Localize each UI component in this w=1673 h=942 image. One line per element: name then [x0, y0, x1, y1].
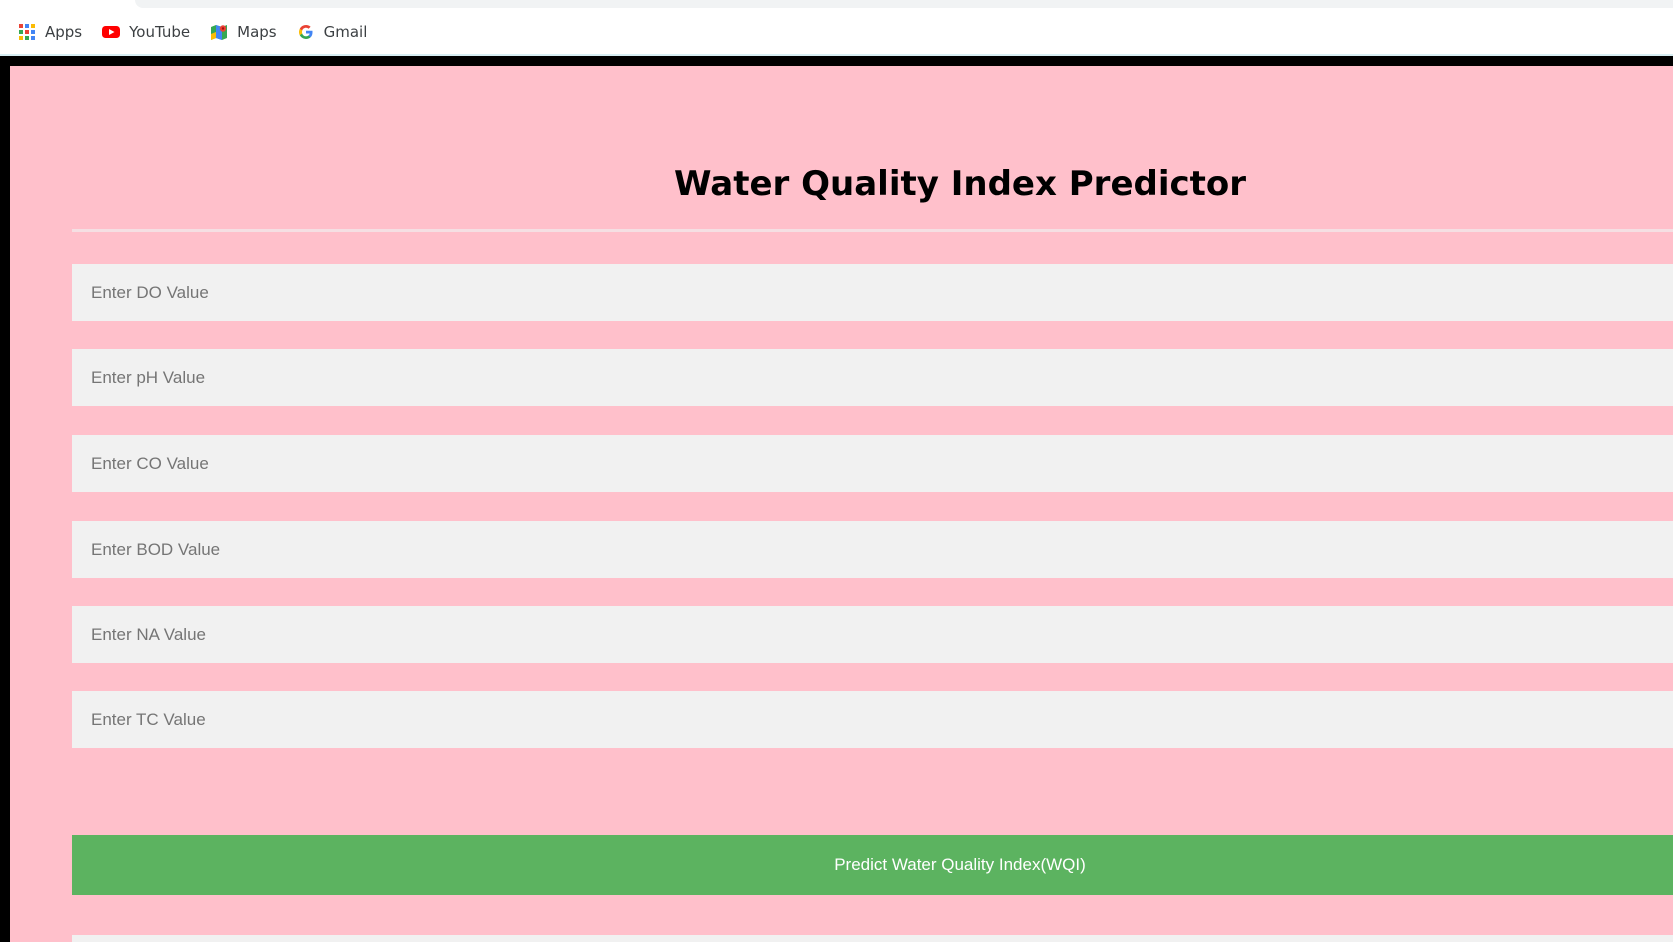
- bookmark-label: Gmail: [323, 23, 368, 41]
- tab-strip-edge: [135, 0, 1673, 8]
- apps-grid-icon: [19, 24, 35, 40]
- bookmark-apps[interactable]: Apps: [18, 20, 82, 44]
- bookmark-gmail[interactable]: Gmail: [297, 20, 368, 44]
- bookmark-label: YouTube: [129, 23, 191, 41]
- bookmarks-list: Apps YouTube Maps Gmail: [18, 20, 387, 44]
- predict-wqi-button[interactable]: Predict Water Quality Index(WQI): [72, 835, 1673, 895]
- bookmarks-bar: Apps YouTube Maps Gmail: [0, 0, 1673, 56]
- ph-value-input[interactable]: [72, 349, 1673, 406]
- page-content: Water Quality Index Predictor Predict Wa…: [10, 66, 1673, 942]
- page-title: Water Quality Index Predictor: [673, 164, 1247, 204]
- tc-value-input[interactable]: [72, 691, 1673, 748]
- page-frame: Water Quality Index Predictor Predict Wa…: [0, 56, 1673, 942]
- bookmark-label: Apps: [45, 23, 83, 41]
- title-divider: [72, 229, 1673, 232]
- maps-icon: [211, 25, 228, 40]
- do-value-input[interactable]: [72, 264, 1673, 321]
- bookmark-label: Maps: [237, 23, 277, 41]
- google-g-icon: [298, 25, 313, 39]
- next-field-partial: [72, 935, 1673, 942]
- na-value-input[interactable]: [72, 606, 1673, 663]
- bod-value-input[interactable]: [72, 521, 1673, 578]
- youtube-icon: [102, 26, 121, 38]
- bookmark-maps[interactable]: Maps: [210, 20, 277, 44]
- co-value-input[interactable]: [72, 435, 1673, 492]
- bookmark-youtube[interactable]: YouTube: [102, 20, 190, 44]
